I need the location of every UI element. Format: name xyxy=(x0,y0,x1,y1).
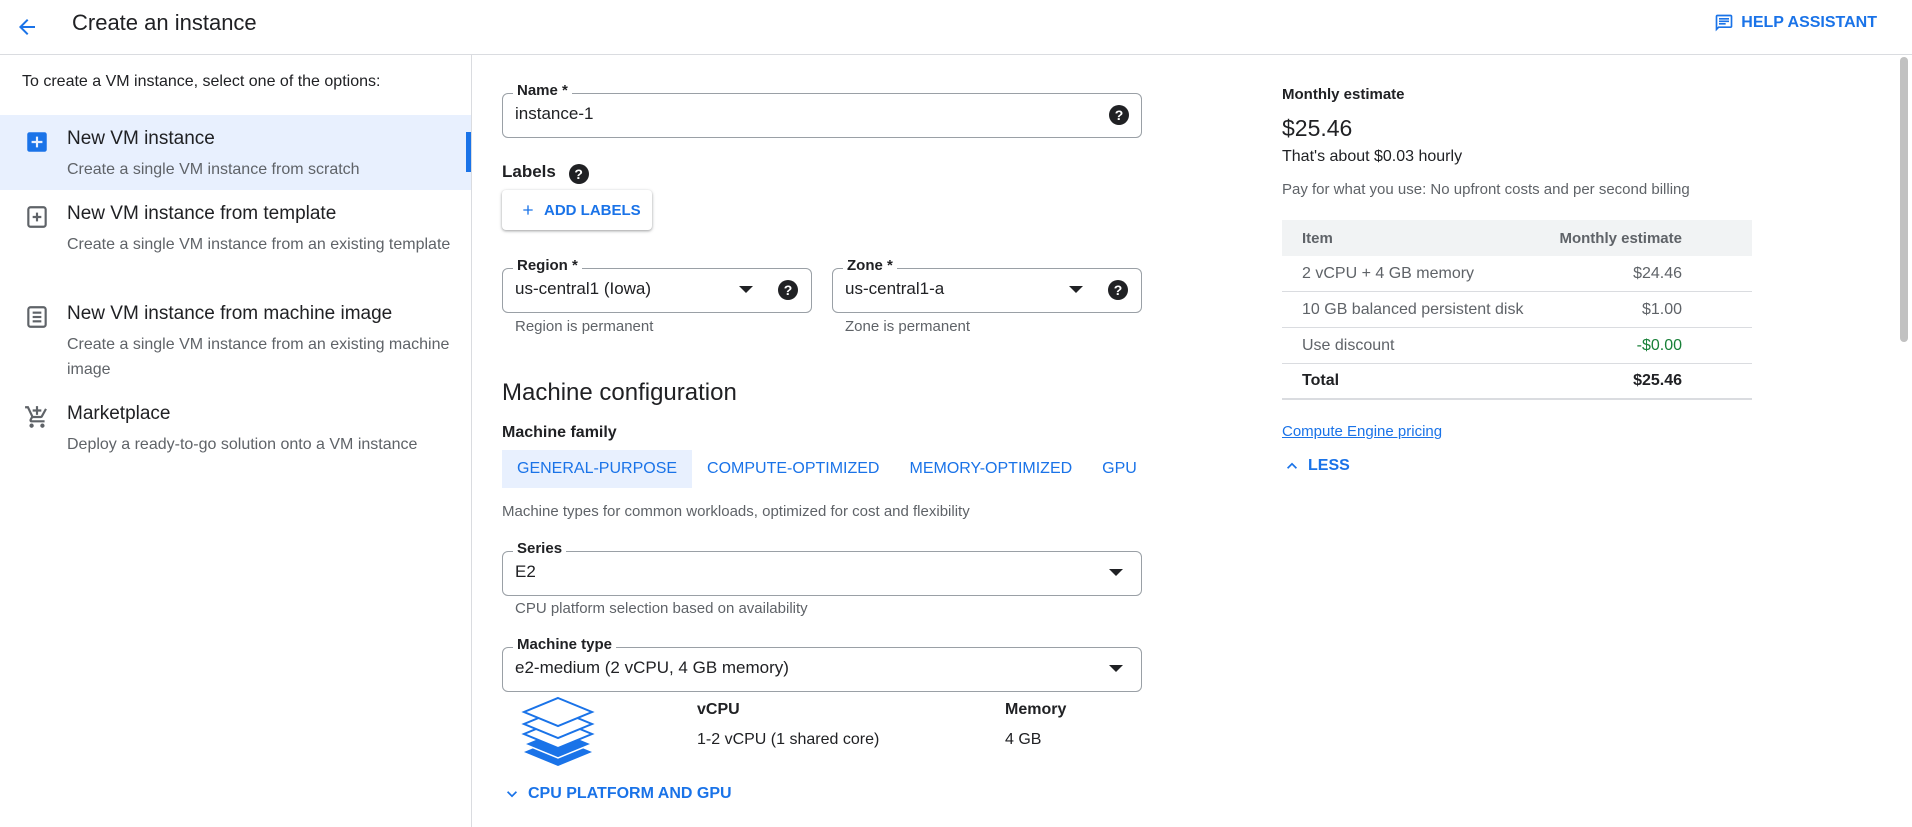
help-icon[interactable]: ? xyxy=(1109,105,1129,125)
page-title: Create an instance xyxy=(72,10,257,35)
estimate-table-header: Item Monthly estimate xyxy=(1282,220,1752,256)
labels-title-text: Labels xyxy=(502,162,556,181)
zone-select[interactable]: Zone * us-central1-a ? xyxy=(832,257,1142,313)
tab-memory-optimized[interactable]: MEMORY-OPTIMIZED xyxy=(894,450,1087,488)
machine-family-description: Machine types for common workloads, opti… xyxy=(502,503,970,520)
chevron-down-icon xyxy=(507,791,517,798)
name-field-label: Name * xyxy=(513,82,572,99)
option-title: New VM instance xyxy=(67,128,215,149)
help-icon[interactable]: ? xyxy=(778,280,798,300)
machine-stack-icon xyxy=(521,696,595,766)
machine-config-title: Machine configuration xyxy=(502,379,737,406)
option-title: New VM instance from machine image xyxy=(67,303,393,324)
machine-family-label: Machine family xyxy=(502,424,617,441)
region-select-label: Region * xyxy=(513,257,582,274)
tab-gpu[interactable]: GPU xyxy=(1087,450,1152,488)
region-select[interactable]: Region * us-central1 (Iowa) ? xyxy=(502,257,812,313)
help-icon[interactable]: ? xyxy=(1108,280,1128,300)
machine-type-select-value: e2-medium (2 vCPU, 4 GB memory) xyxy=(515,658,789,677)
chevron-down-icon[interactable] xyxy=(1069,286,1083,293)
option-new-vm-instance[interactable]: New VM instance Create a single VM insta… xyxy=(0,115,471,190)
column-header-item: Item xyxy=(1302,229,1333,247)
series-select[interactable]: Series E2 xyxy=(502,540,1142,596)
table-row: Use discount -$0.00 xyxy=(1282,328,1752,364)
series-helper: CPU platform selection based on availabi… xyxy=(515,600,808,617)
cart-icon xyxy=(25,406,47,428)
row-item: 2 vCPU + 4 GB memory xyxy=(1302,264,1475,282)
back-button[interactable] xyxy=(11,11,43,43)
row-item: Use discount xyxy=(1302,336,1395,354)
vcpu-header: vCPU xyxy=(697,701,740,718)
top-bar: Create an instance HELP ASSISTANT xyxy=(0,0,1912,55)
add-box-icon xyxy=(27,132,47,152)
table-row: 2 vCPU + 4 GB memory $24.46 xyxy=(1282,256,1752,292)
add-labels-button[interactable]: ADD LABELS xyxy=(502,190,652,230)
row-cost: $1.00 xyxy=(1641,300,1682,318)
memory-header: Memory xyxy=(1005,701,1067,718)
option-from-template[interactable]: New VM instance from template Create a s… xyxy=(0,190,471,290)
name-field-value: instance-1 xyxy=(515,104,594,123)
row-cost: $25.46 xyxy=(1633,372,1682,389)
option-desc: Create a single VM instance from an exis… xyxy=(67,336,450,378)
less-button[interactable]: LESS xyxy=(1282,456,1350,476)
plus-icon xyxy=(523,205,533,215)
chevron-up-icon xyxy=(1287,462,1297,469)
machine-type-select-label: Machine type xyxy=(513,636,617,653)
chevron-down-icon[interactable] xyxy=(1109,569,1123,576)
monthly-estimate-price: $25.46 xyxy=(1282,115,1353,141)
template-icon xyxy=(27,206,47,228)
tab-compute-optimized[interactable]: COMPUTE-OPTIMIZED xyxy=(692,450,894,488)
name-field[interactable]: Name * instance-1 ? xyxy=(502,82,1142,138)
option-marketplace[interactable]: Marketplace Deploy a ready-to-go solutio… xyxy=(0,390,471,470)
region-select-value: us-central1 (Iowa) xyxy=(515,279,652,298)
option-title: Marketplace xyxy=(67,403,171,424)
region-helper: Region is permanent xyxy=(515,318,654,335)
memory-value: 4 GB xyxy=(1005,731,1042,748)
series-select-value: E2 xyxy=(515,562,536,581)
row-item: 10 GB balanced persistent disk xyxy=(1302,300,1524,318)
series-select-label: Series xyxy=(513,540,567,557)
option-desc: Create a single VM instance from scratch xyxy=(67,161,360,178)
billing-note: Pay for what you use: No upfront costs a… xyxy=(1282,181,1690,198)
machine-image-icon xyxy=(27,306,47,328)
help-icon[interactable]: ? xyxy=(568,164,589,184)
options-intro: To create a VM instance, select one of t… xyxy=(22,73,381,90)
monthly-estimate-label: Monthly estimate xyxy=(1282,86,1405,103)
help-assistant-label: HELP ASSISTANT xyxy=(1741,14,1877,31)
cpu-platform-gpu-label: CPU PLATFORM AND GPU xyxy=(528,785,732,802)
column-header-estimate: Monthly estimate xyxy=(1559,229,1682,247)
less-label: LESS xyxy=(1308,457,1350,474)
zone-select-label: Zone * xyxy=(843,257,897,274)
vcpu-value: 1-2 vCPU (1 shared core) xyxy=(697,731,880,748)
machine-type-select[interactable]: Machine type e2-medium (2 vCPU, 4 GB mem… xyxy=(502,636,1142,692)
option-desc: Create a single VM instance from an exis… xyxy=(67,236,451,253)
hourly-estimate: That's about $0.03 hourly xyxy=(1282,148,1463,165)
option-desc: Deploy a ready-to-go solution onto a VM … xyxy=(67,436,418,453)
row-cost: $24.46 xyxy=(1633,264,1682,282)
estimate-table: Item Monthly estimate 2 vCPU + 4 GB memo… xyxy=(1282,220,1752,400)
compute-engine-pricing-link[interactable]: Compute Engine pricing xyxy=(1282,423,1442,440)
option-title: New VM instance from template xyxy=(67,203,337,224)
scrollbar[interactable] xyxy=(1896,55,1912,827)
chevron-down-icon[interactable] xyxy=(1109,665,1123,672)
chat-icon xyxy=(1715,14,1733,32)
tab-general-purpose[interactable]: GENERAL-PURPOSE xyxy=(502,450,693,488)
table-row-total: Total $25.46 xyxy=(1282,364,1752,400)
labels-section-title: Labels ? xyxy=(502,162,589,184)
option-from-machine-image[interactable]: New VM instance from machine image Creat… xyxy=(0,290,471,390)
chevron-down-icon[interactable] xyxy=(739,286,753,293)
arrow-back-icon xyxy=(19,19,35,35)
add-labels-label: ADD LABELS xyxy=(544,201,641,219)
zone-select-value: us-central1-a xyxy=(845,279,945,298)
help-assistant-button[interactable]: HELP ASSISTANT xyxy=(1714,13,1877,33)
table-row: 10 GB balanced persistent disk $1.00 xyxy=(1282,292,1752,328)
cpu-platform-gpu-toggle[interactable]: CPU PLATFORM AND GPU xyxy=(502,784,732,804)
creation-options-panel: To create a VM instance, select one of t… xyxy=(0,55,472,827)
machine-family-tabs: GENERAL-PURPOSE COMPUTE-OPTIMIZED MEMORY… xyxy=(502,450,1152,488)
row-item: Total xyxy=(1302,372,1340,389)
row-cost: -$0.00 xyxy=(1636,336,1682,354)
zone-helper: Zone is permanent xyxy=(845,318,971,335)
scrollbar-thumb[interactable] xyxy=(1900,57,1908,342)
